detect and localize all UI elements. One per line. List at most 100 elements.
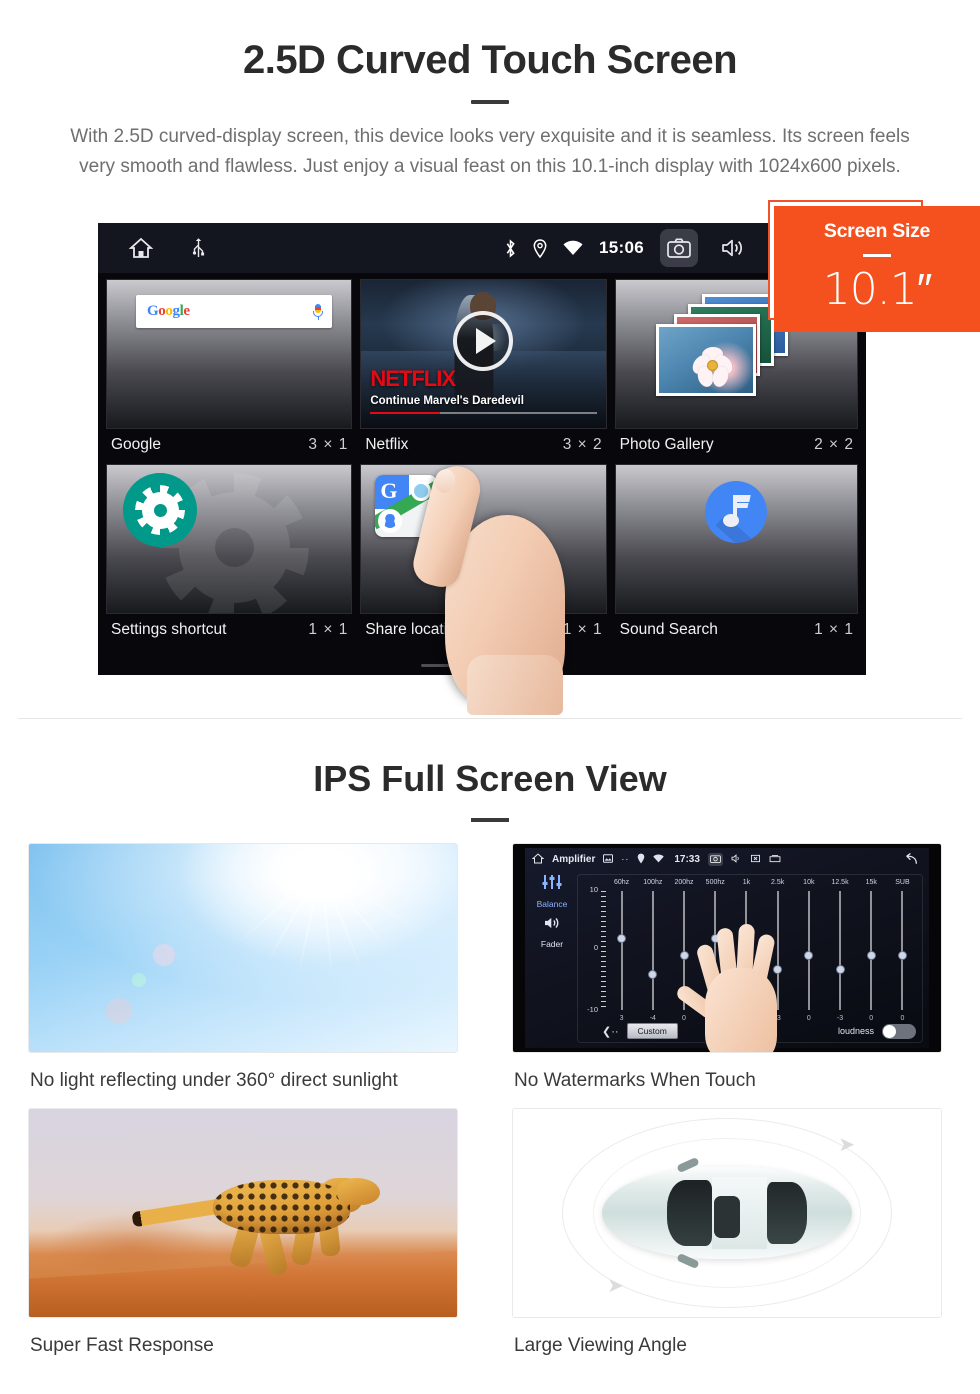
eq-slider-sub[interactable] bbox=[887, 891, 918, 1010]
more-icon[interactable]: ·· bbox=[621, 854, 629, 864]
product-feature-page: 2.5D Curved Touch Screen With 2.5D curve… bbox=[0, 0, 980, 1394]
google-search-box[interactable]: Google bbox=[136, 295, 333, 328]
eq-slider-15k[interactable] bbox=[856, 891, 887, 1010]
widget-name: Share location bbox=[365, 621, 465, 638]
play-button-icon[interactable] bbox=[453, 310, 514, 371]
car-viewing-angle-graphic: ➤ ➤ bbox=[513, 1109, 941, 1317]
feature-card-sunlight: No light reflecting under 360° direct su… bbox=[0, 843, 490, 1092]
widget-google[interactable]: Google Google 3 × 1 bbox=[106, 279, 353, 462]
volume-icon[interactable] bbox=[731, 853, 742, 865]
google-maps-icon[interactable]: G bbox=[375, 475, 438, 537]
preset-button[interactable]: Custom bbox=[626, 1023, 678, 1039]
section1-title: 2.5D Curved Touch Screen bbox=[242, 38, 738, 82]
freq-label: 200hz bbox=[674, 879, 694, 886]
location-icon[interactable] bbox=[637, 853, 645, 866]
page-dot-1[interactable] bbox=[421, 664, 451, 667]
widget-name: Sound Search bbox=[619, 621, 718, 638]
netflix-progress-bar bbox=[370, 411, 597, 414]
feature-row-1: No light reflecting under 360° direct su… bbox=[0, 843, 980, 1092]
page-dot-2[interactable] bbox=[467, 664, 497, 667]
eq-slider-12-5k[interactable] bbox=[824, 891, 855, 1010]
widget-size: 3 × 2 bbox=[562, 436, 603, 453]
eq-slider-60hz[interactable] bbox=[606, 891, 637, 1010]
widget-settings-shortcut[interactable]: Settings shortcut 1 × 1 bbox=[106, 464, 353, 647]
eq-slider-10k[interactable] bbox=[793, 891, 824, 1010]
feature-row-2: Super Fast Response ➤ ➤ Large Viewing An… bbox=[0, 1108, 980, 1357]
feature-caption: Large Viewing Angle bbox=[514, 1335, 687, 1356]
widget-share-location[interactable]: G Share location 1 × 1 bbox=[360, 464, 607, 647]
amplifier-device-screen: Amplifier ·· 17:33 Balance Fader 60hz 10… bbox=[513, 844, 941, 1052]
eq-value: 3 bbox=[619, 1015, 624, 1022]
amplifier-screen-image: Amplifier ·· 17:33 Balance Fader 60hz 10… bbox=[512, 843, 942, 1053]
widget-row-1: Google Google 3 × 1 NETFLIX Continue Mar… bbox=[106, 279, 858, 462]
widget-netflix[interactable]: NETFLIX Continue Marvel's Daredevil Netf… bbox=[360, 279, 607, 462]
freq-label: 500hz bbox=[705, 879, 725, 886]
feature-caption: No Watermarks When Touch bbox=[514, 1070, 756, 1091]
tab-balance[interactable]: Balance bbox=[529, 899, 575, 909]
music-note-icon[interactable] bbox=[705, 481, 768, 543]
badge-rule bbox=[863, 254, 891, 257]
freq-label: 1k bbox=[742, 879, 751, 886]
android-widget-picker-screenshot: 15:06 Google Google 3 × 1 NETFLIX Contin… bbox=[98, 223, 866, 675]
freq-label: SUB bbox=[895, 879, 910, 886]
widget-name: Google bbox=[111, 436, 161, 453]
wifi-icon[interactable] bbox=[653, 853, 665, 865]
balance-sliders-icon[interactable] bbox=[529, 874, 575, 892]
camera-icon[interactable] bbox=[707, 852, 723, 866]
sound-search-widget-preview bbox=[614, 464, 858, 614]
loudness-label: loudness bbox=[837, 1026, 874, 1036]
wifi-icon[interactable] bbox=[563, 240, 583, 256]
widget-label: Netflix 3 × 2 bbox=[360, 429, 606, 454]
eq-slider-100hz[interactable] bbox=[637, 891, 668, 1010]
widget-label: Google 3 × 1 bbox=[106, 429, 352, 454]
eq-value: 0 bbox=[869, 1015, 874, 1022]
section1-description: With 2.5D curved-display screen, this de… bbox=[70, 126, 910, 177]
page-indicator[interactable] bbox=[98, 664, 866, 667]
bluetooth-icon[interactable] bbox=[504, 238, 517, 258]
blossom-graphic bbox=[688, 345, 736, 389]
google-widget-preview: Google bbox=[106, 279, 353, 429]
section2-title-rule bbox=[471, 818, 509, 822]
eq-value: -4 bbox=[649, 1015, 656, 1022]
recents-icon[interactable] bbox=[769, 854, 781, 865]
badge-label: Screen Size bbox=[823, 220, 931, 242]
widget-label: Settings shortcut 1 × 1 bbox=[106, 614, 352, 639]
frequency-labels: 60hz 100hz 200hz 500hz 1k 2.5k 10k 12.5k… bbox=[606, 879, 918, 886]
loudness-toggle[interactable] bbox=[882, 1023, 916, 1039]
freq-label: 60hz bbox=[614, 879, 630, 886]
fader-speaker-icon[interactable] bbox=[529, 916, 575, 932]
camera-icon[interactable] bbox=[660, 229, 698, 267]
amplifier-status-bar: Amplifier ·· 17:33 bbox=[525, 848, 929, 870]
back-arrow-icon[interactable] bbox=[902, 852, 922, 866]
freq-label: 2.5k bbox=[771, 879, 785, 886]
gallery-icon[interactable] bbox=[603, 853, 614, 865]
screen-size-badge: Screen Size 10.1″ bbox=[768, 200, 980, 338]
eq-value: 0 bbox=[900, 1015, 905, 1022]
usb-icon[interactable] bbox=[192, 238, 205, 258]
feature-card-viewing-angle: ➤ ➤ Large Viewing Angle bbox=[490, 1108, 980, 1357]
amplifier-side-tabs: Balance Fader bbox=[529, 874, 575, 956]
location-icon[interactable] bbox=[533, 238, 547, 258]
tab-fader[interactable]: Fader bbox=[529, 939, 575, 949]
widget-size: 1 × 1 bbox=[308, 621, 349, 638]
microphone-icon[interactable] bbox=[313, 303, 324, 320]
google-logo: Google bbox=[147, 303, 190, 319]
home-icon[interactable] bbox=[128, 237, 154, 259]
amplifier-clock: 17:33 bbox=[674, 853, 700, 865]
freq-label: 100hz bbox=[643, 879, 663, 886]
home-icon[interactable] bbox=[531, 852, 545, 866]
scale-min: -10 bbox=[587, 1005, 598, 1014]
prev-preset-icon[interactable]: ❮·· bbox=[602, 1025, 619, 1038]
widget-row-2: Settings shortcut 1 × 1 G Share location… bbox=[106, 464, 858, 647]
widget-name: Photo Gallery bbox=[619, 436, 714, 453]
widget-sound-search[interactable]: Sound Search 1 × 1 bbox=[614, 464, 858, 647]
sun-glare-graphic bbox=[29, 844, 457, 1052]
page-dot-3-active[interactable] bbox=[513, 664, 543, 667]
widget-label: Share location 1 × 1 bbox=[360, 614, 606, 639]
volume-icon[interactable] bbox=[714, 229, 752, 267]
amplifier-title: Amplifier bbox=[552, 853, 596, 865]
close-icon[interactable] bbox=[750, 854, 761, 865]
gear-icon[interactable] bbox=[123, 473, 197, 547]
freq-label: 12.5k bbox=[831, 879, 849, 886]
status-bar-clock: 15:06 bbox=[599, 238, 644, 257]
